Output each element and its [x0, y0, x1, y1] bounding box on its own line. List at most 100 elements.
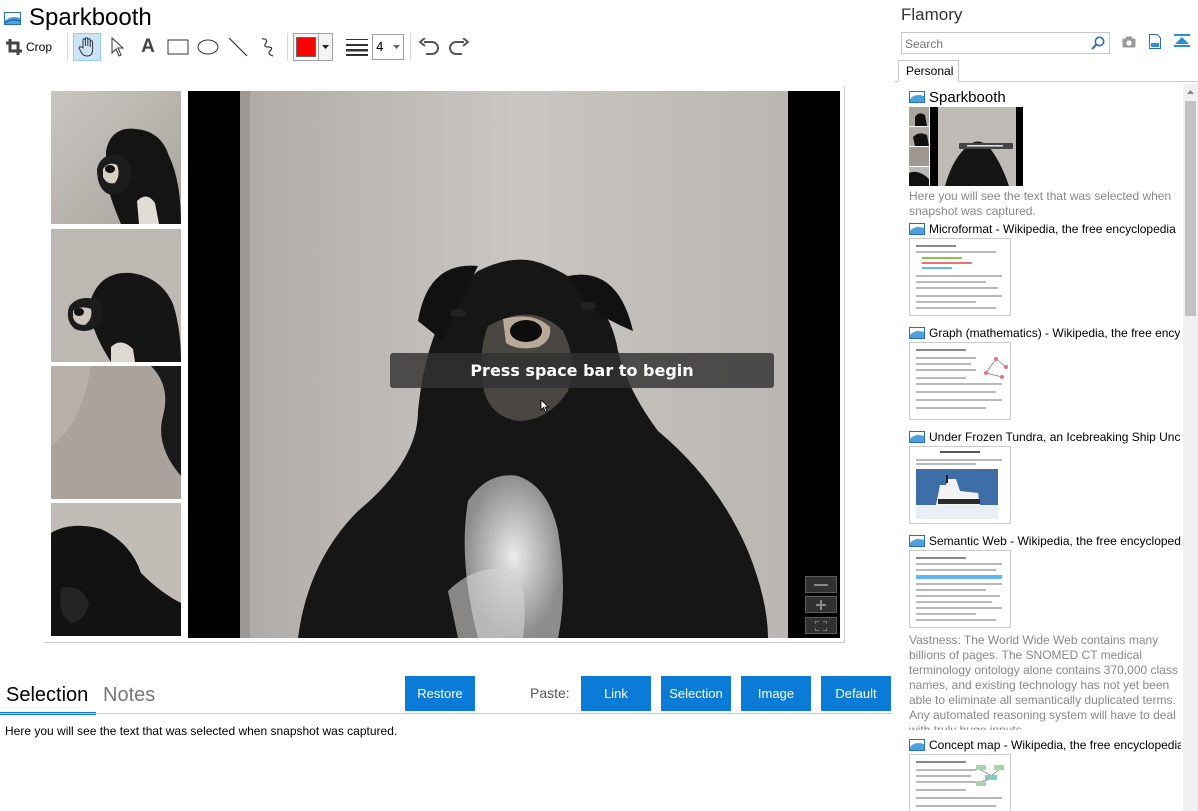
- sparkbooth-favicon-icon: [909, 223, 925, 235]
- app-window: Sparkbooth Crop A 4 Press space bar to b…: [0, 0, 1198, 811]
- paste-link-button[interactable]: Link: [581, 676, 651, 711]
- line-width-value: 4: [376, 40, 384, 54]
- undo-icon: [418, 38, 439, 55]
- snapshot-canvas[interactable]: Press space bar to begin: [51, 91, 840, 638]
- restore-button[interactable]: Restore: [405, 676, 475, 711]
- chevron-down-icon: [393, 45, 400, 49]
- snapshot-thumbnail: [909, 342, 1011, 420]
- crop-icon: [6, 39, 22, 55]
- paste-label: Paste:: [530, 685, 570, 701]
- rectangle-icon: [167, 39, 189, 55]
- dog-photo-image: [51, 366, 181, 499]
- list-item-title: Sparkbooth: [929, 88, 1006, 106]
- toolbar-separator: [287, 33, 288, 61]
- list-item-description: Here you will see the text that was sele…: [909, 189, 1172, 218]
- snapshot-thumbnail: [909, 550, 1011, 628]
- scroll-up-button[interactable]: [1183, 84, 1198, 99]
- selection-text[interactable]: Here you will see the text that was sele…: [5, 724, 397, 738]
- list-item-title: Graph (mathematics) - Wikipedia, the fre…: [929, 326, 1181, 340]
- list-item-title: Semantic Web - Wikipedia, the free encyc…: [929, 534, 1181, 548]
- drawing-toolbar: Crop A 4: [6, 33, 886, 61]
- line-tool-button[interactable]: [225, 33, 251, 61]
- dog-photo-image: [51, 91, 181, 224]
- pointer-icon: [111, 37, 125, 57]
- list-item-title: Concept map - Wikipedia, the free encycl…: [929, 738, 1181, 752]
- color-swatch: [296, 37, 316, 57]
- redo-button[interactable]: [446, 33, 472, 61]
- minus-icon: [814, 583, 828, 586]
- fullscreen-icon: [815, 620, 827, 631]
- color-picker-button[interactable]: [293, 33, 333, 61]
- page-title: Sparkbooth: [29, 4, 152, 31]
- sparkbooth-favicon-icon: [909, 327, 925, 339]
- crop-button[interactable]: Crop: [6, 33, 62, 61]
- snapshot-thumbnail: [909, 238, 1011, 316]
- divider: [0, 713, 892, 714]
- list-item-title: Microformat - Wikipedia, the free encycl…: [929, 222, 1176, 236]
- tab-selection[interactable]: Selection: [6, 684, 88, 707]
- snapshot-list: Sparkbooth Here you will see the text th…: [895, 82, 1183, 811]
- list-item[interactable]: Semantic Web - Wikipedia, the free encyc…: [909, 533, 1181, 730]
- snapshot-thumbnail: [909, 446, 1011, 524]
- line-width-select[interactable]: 4: [372, 34, 404, 60]
- sparkbooth-favicon-icon: [909, 431, 925, 443]
- snapshot-thumbnail: [909, 107, 1023, 186]
- paste-selection-button[interactable]: Selection: [661, 676, 731, 711]
- tab-personal[interactable]: Personal: [898, 60, 959, 82]
- photo-thumbnail[interactable]: [51, 503, 181, 636]
- plus-icon: [816, 599, 826, 610]
- title-row: Sparkbooth: [4, 4, 152, 32]
- freehand-icon: [261, 38, 274, 57]
- dog-photo-image: [51, 229, 181, 362]
- chevron-down-icon: [318, 34, 332, 60]
- text-tool-button[interactable]: A: [135, 33, 161, 61]
- chevron-up-icon: [1187, 89, 1194, 94]
- list-item-description: Vastness: The World Wide Web contains ma…: [909, 633, 1178, 730]
- list-item[interactable]: Microformat - Wikipedia, the free encycl…: [909, 221, 1181, 316]
- photo-thumbnail[interactable]: [51, 91, 181, 224]
- freehand-tool-button[interactable]: [255, 33, 281, 61]
- search-input[interactable]: [905, 34, 1085, 54]
- camera-control-button[interactable]: [805, 576, 837, 593]
- sparkbooth-favicon-icon: [909, 739, 925, 751]
- ellipse-tool-button[interactable]: [195, 33, 221, 61]
- mouse-cursor-icon: [540, 399, 550, 413]
- camera-control-button[interactable]: [805, 596, 837, 613]
- crop-label: Crop: [26, 40, 53, 54]
- hand-icon: [78, 37, 94, 57]
- snapshot-thumbnail: [909, 754, 1011, 811]
- camera-icon[interactable]: [1122, 36, 1136, 48]
- hand-tool-button[interactable]: [73, 33, 101, 61]
- camera-preview[interactable]: Press space bar to begin: [188, 91, 840, 638]
- scrollbar[interactable]: [1183, 84, 1198, 811]
- undo-button[interactable]: [416, 33, 442, 61]
- photo-thumbnail[interactable]: [51, 366, 181, 499]
- select-tool-button[interactable]: [105, 33, 131, 61]
- toolbar-separator: [67, 33, 68, 61]
- paste-image-button[interactable]: Image: [741, 676, 811, 711]
- paste-default-button[interactable]: Default: [821, 676, 891, 711]
- search-icon[interactable]: [1091, 36, 1105, 50]
- app-icon: [4, 11, 21, 25]
- list-item[interactable]: Graph (mathematics) - Wikipedia, the fre…: [909, 325, 1181, 420]
- list-item[interactable]: Under Frozen Tundra, an Icebreaking Ship…: [909, 429, 1181, 524]
- document-icon[interactable]: [1149, 34, 1161, 49]
- line-width-button[interactable]: [344, 33, 370, 61]
- tab-notes[interactable]: Notes: [103, 684, 155, 707]
- list-item[interactable]: Sparkbooth Here you will see the text th…: [909, 88, 1181, 219]
- scrollbar-thumb[interactable]: [1185, 101, 1196, 316]
- fullscreen-button[interactable]: [805, 617, 837, 634]
- dock-icon[interactable]: [1174, 34, 1190, 48]
- sidebar-title: Flamory: [901, 5, 963, 24]
- dog-photo-image: [51, 503, 181, 636]
- rectangle-tool-button[interactable]: [165, 33, 191, 61]
- sparkbooth-favicon-icon: [909, 91, 925, 103]
- flamory-sidebar: Flamory Personal: [895, 0, 1198, 811]
- photo-thumbnail[interactable]: [51, 229, 181, 362]
- toolbar-separator: [410, 33, 411, 61]
- search-field[interactable]: [901, 32, 1110, 54]
- list-item[interactable]: Concept map - Wikipedia, the free encycl…: [909, 737, 1181, 811]
- line-icon: [228, 37, 248, 57]
- sparkbooth-favicon-icon: [909, 535, 925, 547]
- start-prompt-overlay: Press space bar to begin: [390, 353, 774, 388]
